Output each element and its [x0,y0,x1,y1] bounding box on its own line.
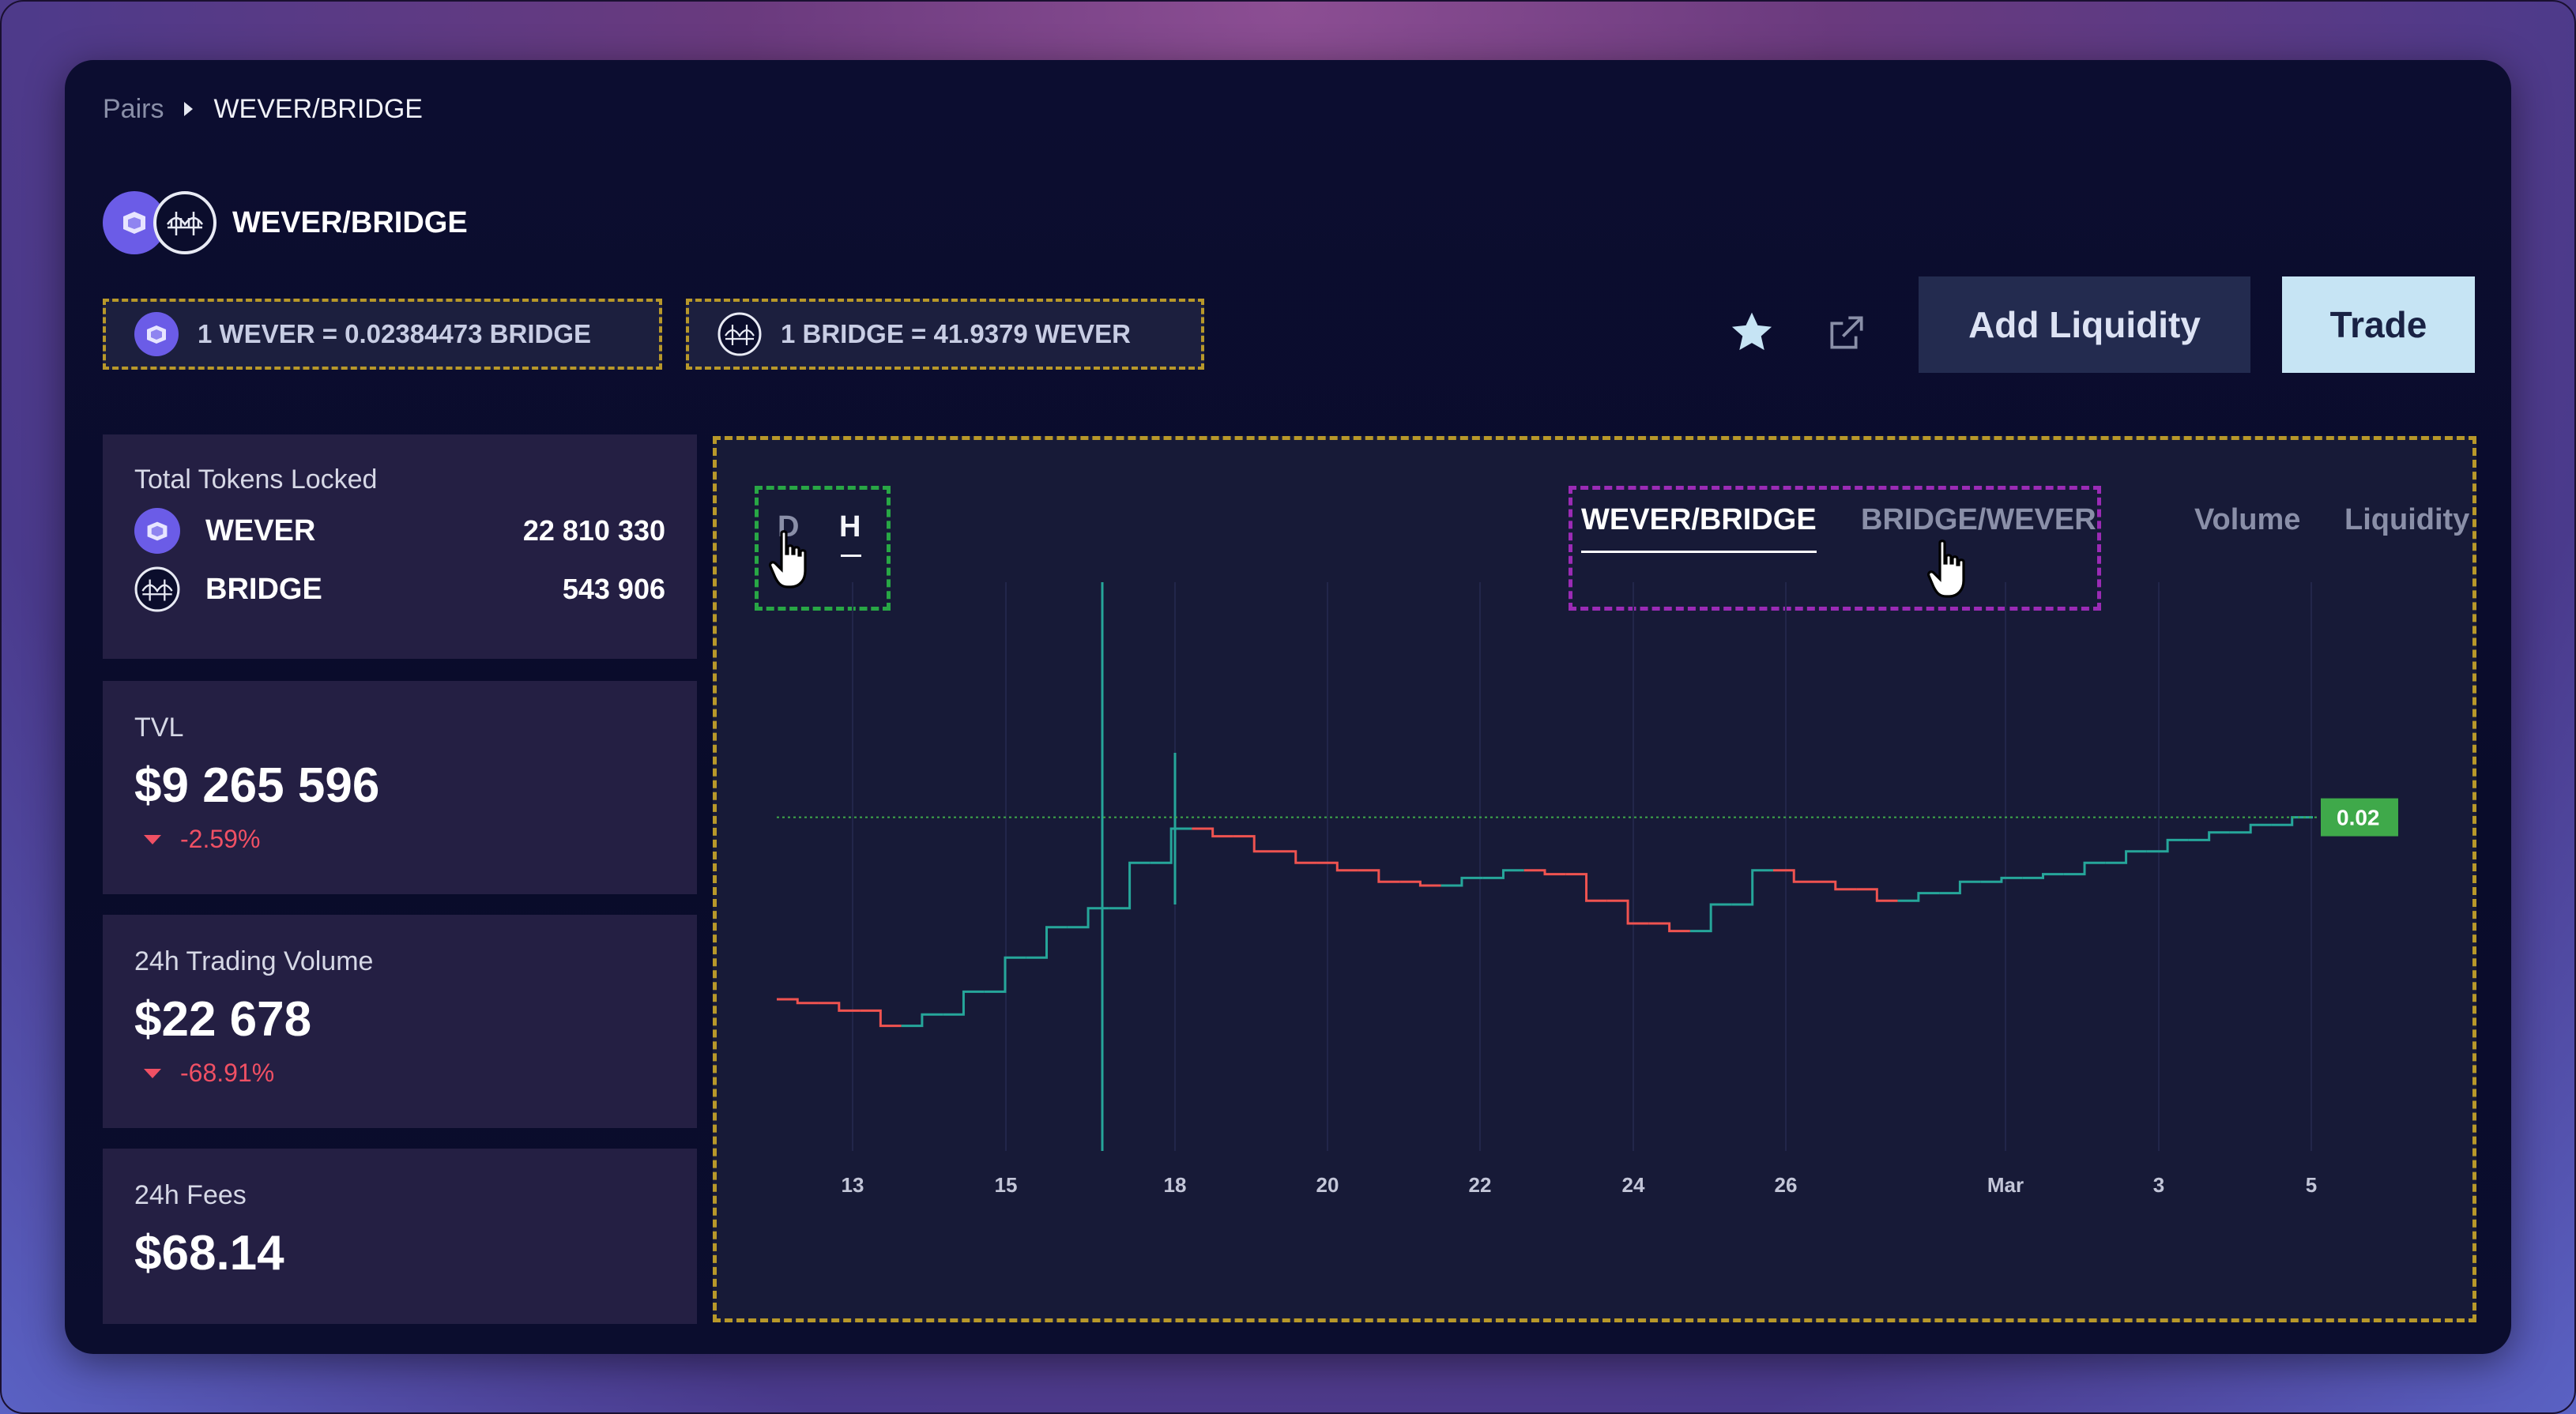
x-tick-label: Mar [1987,1173,2024,1197]
price-candle [943,990,985,1016]
price-candle [1939,880,1981,895]
wever-token-icon [134,508,180,554]
favorite-star-icon[interactable] [1716,297,1787,368]
price-candle [860,1009,902,1028]
locked-token-amount: 543 906 [562,573,665,605]
price-candle [984,956,1026,993]
price-candle [2146,838,2189,853]
price-candle [1150,827,1192,864]
price-candle [1856,888,1898,902]
price-candle [1606,899,1649,925]
x-tick-label: 5 [2306,1173,2317,1197]
price-candle [2105,850,2147,864]
price-wever-to-bridge[interactable]: 1 WEVER = 0.02384473 BRIDGE [103,299,662,370]
bridge-token-icon [153,191,217,254]
price-bridge-to-wever[interactable]: 1 BRIDGE = 41.9379 WEVER [686,299,1204,370]
x-tick-label: 15 [995,1173,1018,1197]
candlestick-chart[interactable]: 13 15 18 20 22 24 26 Mar 3 5 0.02 [717,440,2472,1318]
volume-value: $22 678 [134,992,312,1047]
price-candle [1275,850,1317,864]
x-tick-label: 26 [1775,1173,1798,1197]
bridge-token-icon [134,566,180,612]
tvl-change-value: -2.59% [180,825,261,853]
price-candle [1814,880,1857,891]
price-candle [1109,861,1151,910]
price-candle [2063,861,2106,876]
fees-card: 24h Fees $68.14 [103,1149,697,1324]
current-price-label: 0.02 [2337,806,2380,830]
price-candle [1316,861,1358,872]
total-tokens-locked-label: Total Tokens Locked [134,464,378,495]
chevron-right-icon [184,102,194,116]
breadcrumb-current: WEVER/BRIDGE [213,93,423,124]
price-candle [1772,869,1815,883]
price-candle [1399,880,1441,887]
x-tick-label: 24 [1622,1173,1645,1197]
locked-token-row: WEVER 22 810 330 [134,502,665,560]
price-candle [2229,823,2272,834]
price-candle [1648,922,1690,933]
external-link-icon[interactable] [1811,297,1882,368]
x-tick-label: 3 [2153,1173,2164,1197]
price-candle [1980,876,2023,883]
trade-button[interactable]: Trade [2282,276,2475,373]
breadcrumb-pairs-link[interactable]: Pairs [103,94,164,125]
price-candle [901,1013,943,1028]
price-candle [1026,926,1068,959]
price-candle [2188,831,2230,841]
price-candle [818,1002,861,1012]
tvl-label: TVL [134,713,184,743]
bridge-token-icon [717,312,762,356]
price-candle [1897,892,1940,902]
x-tick-label: 20 [1316,1173,1339,1197]
tvl-card: TVL $9 265 596 -2.59% [103,681,697,894]
tvl-value: $9 265 596 [134,758,380,813]
fees-value: $68.14 [134,1226,284,1280]
pair-title: WEVER/BRIDGE [232,206,468,239]
price-candle [1523,869,1566,876]
locked-token-row: BRIDGE 543 906 [134,560,665,619]
x-tick-label: 22 [1469,1173,1492,1197]
fees-label: 24h Fees [134,1180,247,1210]
arrow-down-icon [144,834,161,844]
price-candle [1689,903,1732,933]
price-candle [1565,873,1607,902]
add-liquidity-button[interactable]: Add Liquidity [1919,276,2250,373]
arrow-down-icon [144,1068,161,1078]
hand-cursor-icon [768,530,807,589]
pair-detail-window: Pairs WEVER/BRIDGE WEVER/BRIDGE 1 WEVER … [65,60,2511,1354]
locked-token-amount: 22 810 330 [522,514,665,547]
price-candle [1441,876,1483,887]
volume-change-value: -68.91% [180,1059,275,1087]
pair-token-icons [103,191,218,254]
volume-change: -68.91% [134,1059,665,1088]
price-candle [1192,827,1233,838]
price-candle [2271,816,2313,826]
price-candle [1731,869,1773,906]
locked-token-symbol: WEVER [205,513,316,547]
wever-token-icon [134,312,179,356]
price-candle [1233,835,1275,853]
price-bridge-label: 1 BRIDGE = 41.9379 WEVER [781,319,1131,348]
price-wever-label: 1 WEVER = 0.02384473 BRIDGE [198,319,591,348]
tvl-change: -2.59% [134,825,665,854]
volume-label: 24h Trading Volume [134,946,374,976]
price-candle [1482,869,1524,879]
price-candle [1358,869,1400,883]
hand-cursor-icon [1926,540,1965,598]
locked-token-symbol: BRIDGE [205,572,322,606]
price-candle [777,998,819,1005]
x-tick-label: 13 [842,1173,864,1197]
price-candle [2022,873,2064,879]
breadcrumb: Pairs WEVER/BRIDGE [103,88,423,130]
total-tokens-locked-card: Total Tokens Locked WEVER 22 810 330 BRI… [103,434,697,659]
price-chart-panel: D H WEVER/BRIDGE BRIDGE/WEVER Volume Liq… [713,436,2476,1322]
volume-card: 24h Trading Volume $22 678 -68.91% [103,915,697,1128]
x-tick-label: 18 [1164,1173,1187,1197]
